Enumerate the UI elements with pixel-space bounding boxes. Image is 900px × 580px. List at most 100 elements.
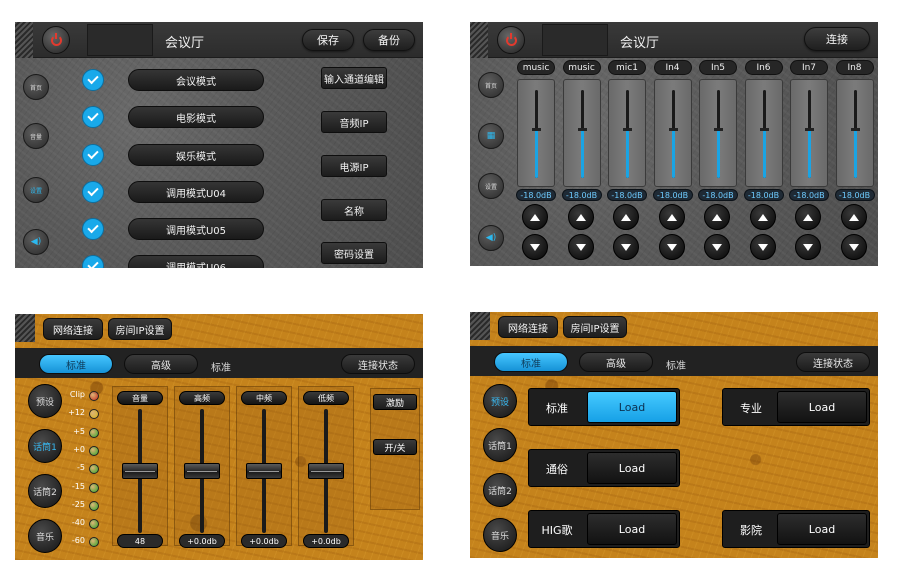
nav-mic1[interactable]: 话筒1: [483, 428, 517, 462]
save-button[interactable]: 保存: [302, 29, 354, 51]
channel-fader[interactable]: [562, 79, 601, 187]
load-button-cinema[interactable]: Load: [777, 513, 867, 545]
volume-up-button[interactable]: [522, 204, 548, 230]
eq-fader-cap[interactable]: [308, 463, 344, 479]
mode-button-1[interactable]: 会议模式: [128, 69, 264, 91]
mixer-icon[interactable]: ▦: [478, 123, 504, 149]
volume-down-button[interactable]: [522, 234, 548, 260]
arrow-down-icon: [530, 243, 540, 251]
channel-fader[interactable]: [653, 79, 692, 187]
nav-home[interactable]: 首页: [478, 72, 504, 98]
fader-knob[interactable]: [759, 128, 769, 131]
tab-advanced[interactable]: 高级: [579, 352, 653, 372]
db-readout: -18.0dB: [698, 189, 738, 201]
arrow-up-icon: [848, 213, 859, 221]
nav-mic2[interactable]: 话筒2: [28, 474, 62, 508]
volume-up-button[interactable]: [749, 204, 776, 230]
preset-panel: 网络连接 房间IP设置 标准 高级 标准 连接状态 预设 话筒1 话筒2 音乐 …: [470, 312, 878, 558]
eq-fader-cap[interactable]: [184, 463, 220, 479]
room-ip-button[interactable]: 房间IP设置: [563, 316, 627, 338]
mode-checkbox-6[interactable]: [82, 255, 104, 268]
input-channel-edit-button[interactable]: 输入通道编辑: [321, 67, 387, 89]
backup-button[interactable]: 备份: [363, 29, 415, 51]
volume-down-button[interactable]: [840, 234, 867, 260]
name-button[interactable]: 名称: [321, 199, 387, 221]
mode-button-4[interactable]: 调用模式U04: [128, 181, 264, 203]
room-ip-button[interactable]: 房间IP设置: [108, 318, 172, 340]
mode-checkbox-5[interactable]: [82, 218, 104, 240]
nav-preset[interactable]: 预设: [483, 384, 517, 418]
mode-button-2[interactable]: 电影模式: [128, 106, 264, 128]
fader-knob[interactable]: [805, 128, 814, 131]
channel-fader[interactable]: [744, 79, 783, 187]
eq-fader-cap[interactable]: [122, 463, 158, 479]
load-button-hig[interactable]: Load: [587, 513, 677, 545]
fader-knob[interactable]: [714, 128, 723, 131]
network-connect-button[interactable]: 网络连接: [43, 318, 103, 340]
arrow-up-icon: [757, 213, 768, 221]
nav-music[interactable]: 音乐: [28, 519, 62, 553]
volume-down-button[interactable]: [749, 234, 776, 260]
db-readout: -18.0dB: [516, 189, 556, 201]
password-settings-button[interactable]: 密码设置: [321, 242, 387, 264]
mode-checkbox-3[interactable]: [82, 144, 104, 166]
connection-status-button[interactable]: 连接状态: [341, 354, 415, 374]
nav-preset[interactable]: 预设: [28, 384, 62, 418]
volume-up-button[interactable]: [704, 204, 730, 230]
nav-settings[interactable]: 设置: [23, 177, 49, 203]
load-button-professional[interactable]: Load: [777, 391, 867, 423]
fader-knob[interactable]: [668, 128, 678, 131]
on-off-button[interactable]: 开/关: [373, 439, 417, 455]
nav-settings[interactable]: 设置: [478, 173, 504, 199]
channel-fader[interactable]: [517, 79, 555, 187]
load-button-standard[interactable]: Load: [587, 391, 677, 423]
speaker-icon[interactable]: ◀): [23, 229, 49, 255]
tab-standard[interactable]: 标准: [494, 352, 568, 372]
volume-down-button[interactable]: [567, 234, 594, 260]
fader-knob[interactable]: [623, 128, 632, 131]
power-icon[interactable]: [497, 26, 525, 54]
nav-mic1[interactable]: 话筒1: [28, 429, 62, 463]
volume-up-button[interactable]: [567, 204, 594, 230]
volume-up-button[interactable]: [840, 204, 867, 230]
volume-down-button[interactable]: [613, 234, 639, 260]
nav-mic2[interactable]: 话筒2: [483, 473, 517, 507]
channel-fader[interactable]: [608, 79, 646, 187]
volume-down-button[interactable]: [704, 234, 730, 260]
load-button-popular[interactable]: Load: [587, 452, 677, 484]
connect-button[interactable]: 连接: [804, 27, 870, 51]
audio-ip-button[interactable]: 音频IP: [321, 111, 387, 133]
volume-down-button[interactable]: [658, 234, 685, 260]
fader-knob[interactable]: [532, 128, 541, 131]
arrow-up-icon: [803, 213, 813, 221]
eq-fader-cap[interactable]: [246, 463, 282, 479]
speaker-icon[interactable]: ◀): [478, 225, 504, 251]
volume-up-button[interactable]: [795, 204, 821, 230]
power-ip-button[interactable]: 电源IP: [321, 155, 387, 177]
mode-checkbox-2[interactable]: [82, 106, 104, 128]
preset-name: 专业: [740, 402, 762, 415]
volume-up-button[interactable]: [613, 204, 639, 230]
fader-knob[interactable]: [577, 128, 587, 131]
channel-fader[interactable]: [790, 79, 828, 187]
tab-standard[interactable]: 标准: [39, 354, 113, 374]
volume-up-button[interactable]: [658, 204, 685, 230]
nav-volume[interactable]: 音量: [23, 123, 49, 149]
mode-button-6[interactable]: 调用模式U06: [128, 255, 264, 268]
network-connect-button[interactable]: 网络连接: [498, 316, 558, 338]
nav-home[interactable]: 首页: [23, 74, 49, 100]
connection-status-button[interactable]: 连接状态: [796, 352, 870, 372]
channel-fader[interactable]: [835, 79, 874, 187]
power-icon[interactable]: [42, 26, 70, 54]
mode-checkbox-1[interactable]: [82, 69, 104, 91]
mode-button-5[interactable]: 调用模式U05: [128, 218, 264, 240]
exciter-button[interactable]: 激励: [373, 394, 417, 410]
channel-fader[interactable]: [699, 79, 737, 187]
fader-knob[interactable]: [850, 128, 860, 131]
mode-checkbox-4[interactable]: [82, 181, 104, 203]
mode-button-3[interactable]: 娱乐模式: [128, 144, 264, 166]
tab-advanced[interactable]: 高级: [124, 354, 198, 374]
nav-music[interactable]: 音乐: [483, 518, 517, 552]
volume-down-button[interactable]: [795, 234, 821, 260]
channel-label: In4: [653, 60, 692, 75]
